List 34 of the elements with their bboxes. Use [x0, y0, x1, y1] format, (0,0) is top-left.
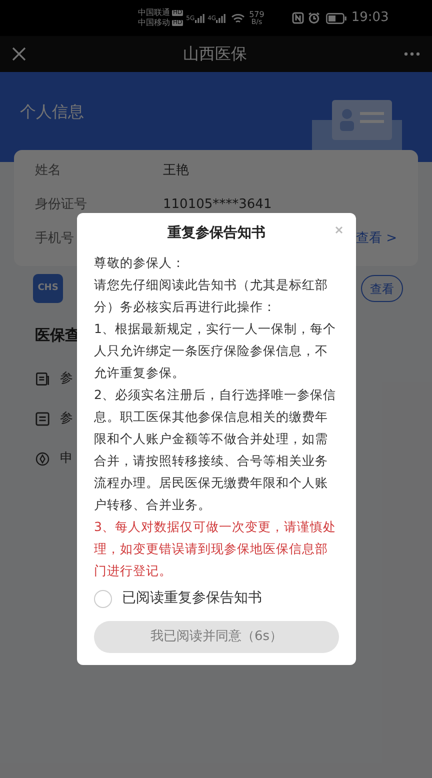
- signal-icon: [216, 14, 226, 22]
- field-label: 姓名: [35, 162, 62, 180]
- carrier-name: 中国联通: [138, 9, 170, 17]
- wifi-icon: [231, 12, 246, 24]
- signal-icon: [194, 14, 205, 22]
- document-icon: [35, 370, 50, 388]
- view-button[interactable]: 查看: [361, 275, 403, 302]
- alarm-icon: [308, 12, 320, 24]
- carrier-name: 中国移动: [138, 19, 170, 27]
- dialog-title: 重复参保告知书: [168, 224, 266, 243]
- logo-text: CHS: [38, 282, 58, 295]
- notice-paragraph: 1、根据最新规定，实行一人一保制，每个人只允许绑定一条医疗保险参保信息，不允许重复参保。: [94, 320, 337, 382]
- field-value: 110105****3641: [163, 196, 272, 214]
- clock-time: 19:03: [351, 9, 389, 28]
- menu-item[interactable]: 参: [35, 359, 73, 399]
- menu-item[interactable]: 参: [35, 399, 73, 439]
- field-label: 身份证号: [35, 196, 88, 214]
- list-icon: [35, 411, 50, 427]
- nfc-icon: [292, 12, 304, 24]
- field-value: 王艳: [163, 162, 189, 180]
- field-label: 手机号: [35, 230, 75, 248]
- notice-paragraph: 尊敬的参保人：: [94, 254, 186, 272]
- more-icon[interactable]: [404, 52, 420, 56]
- section-title: 个人信息: [20, 101, 84, 123]
- page-title: 山西医保: [183, 43, 247, 65]
- notice-paragraph: 3、每人对数据仅可做一次变更，请谨慎处理，如变更错误请到现参保地医保信息部门进行登记。: [94, 518, 337, 580]
- notice-paragraph: 2、必须实名注册后，自行选择唯一参保信息。职工医保其他参保信息相关的缴费年限和个人账户金额等不做合并处理，如需合并，请按照转移接续、合号等相关业务流程办理。居民医保无缴费年限和个人账户转移、合并业务。: [94, 386, 337, 514]
- read-checkbox[interactable]: [94, 590, 112, 608]
- menu-item[interactable]: 申: [35, 439, 73, 479]
- notice-paragraph: 请您先仔细阅读此告知书（尤其是标红部分）务必核实后再进行此操作：: [94, 276, 329, 316]
- view-link[interactable]: 查看 >: [356, 229, 397, 249]
- checkbox-label: 已阅读重复参保告知书: [122, 589, 262, 608]
- battery-icon: [326, 12, 348, 24]
- network-speed: 579: [249, 10, 264, 18]
